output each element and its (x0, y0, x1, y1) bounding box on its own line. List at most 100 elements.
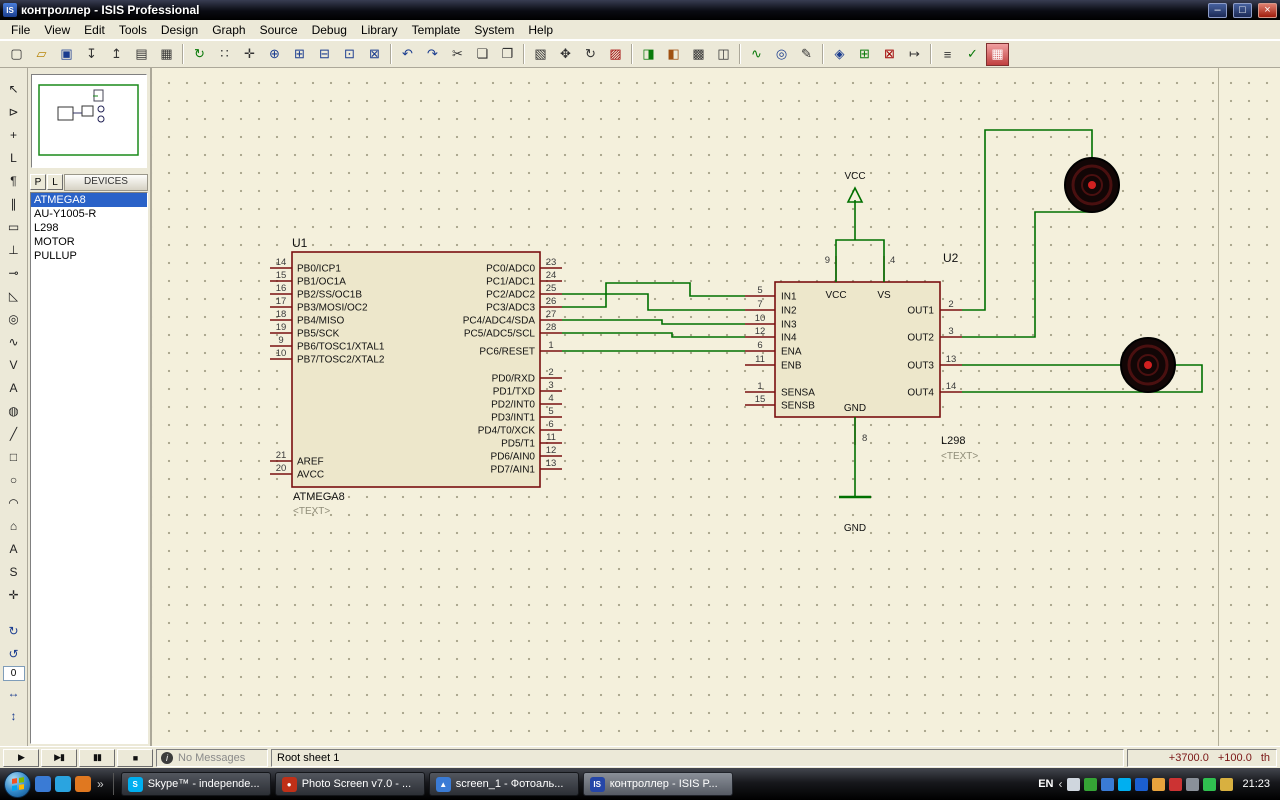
overview-minimap[interactable] (31, 74, 147, 168)
menu-system[interactable]: System (467, 21, 521, 39)
block-copy-button[interactable]: ▧ (529, 43, 552, 66)
electrical-rule-check-button[interactable]: ✓ (961, 43, 984, 66)
tray-skype-icon[interactable] (1118, 778, 1131, 791)
tray-clock-icon[interactable] (1220, 778, 1233, 791)
open-file-button[interactable]: ▱ (30, 43, 53, 66)
task-button-1[interactable]: SSkype™ - independe... (121, 772, 271, 796)
zoom-all-button[interactable]: ⊡ (338, 43, 361, 66)
menu-debug[interactable]: Debug (305, 21, 354, 39)
false-origin-button[interactable]: ✛ (238, 43, 261, 66)
redraw-button[interactable]: ↻ (188, 43, 211, 66)
close-button[interactable]: × (1258, 3, 1277, 18)
block-move-button[interactable]: ✥ (554, 43, 577, 66)
search-tag-button[interactable]: ◎ (770, 43, 793, 66)
menu-graph[interactable]: Graph (205, 21, 252, 39)
bus-tool[interactable]: ∥ (2, 193, 26, 215)
zoom-in-button[interactable]: ⊞ (288, 43, 311, 66)
device-pin-tool[interactable]: ⊸ (2, 262, 26, 284)
undo-button[interactable]: ↶ (396, 43, 419, 66)
language-indicator[interactable]: EN (1038, 778, 1053, 790)
export-section-button[interactable]: ↥ (105, 43, 128, 66)
tray-volume-icon[interactable] (1067, 778, 1080, 791)
vcc-power-symbol[interactable]: VCC (844, 171, 865, 202)
task-button-4[interactable]: ISконтроллер - ISIS P... (583, 772, 733, 796)
new-file-button[interactable]: ▢ (5, 43, 28, 66)
paste-button[interactable]: ❐ (496, 43, 519, 66)
terminal-tool[interactable]: ⊥ (2, 239, 26, 261)
menu-file[interactable]: File (4, 21, 37, 39)
menu-library[interactable]: Library (354, 21, 405, 39)
toggle-grid-button[interactable]: ∷ (213, 43, 236, 66)
selection-tool[interactable]: ↖ (2, 78, 26, 100)
make-device-button[interactable]: ◧ (662, 43, 685, 66)
redo-button[interactable]: ↷ (421, 43, 444, 66)
cut-button[interactable]: ✂ (446, 43, 469, 66)
tape-recorder-tool[interactable]: ◎ (2, 308, 26, 330)
tray-security-icon[interactable] (1169, 778, 1182, 791)
tray-messenger-icon[interactable] (1203, 778, 1216, 791)
task-button-3[interactable]: ▲screen_1 - Фотоаль... (429, 772, 579, 796)
gnd-symbol[interactable]: GND (839, 497, 871, 534)
rotate-anticlockwise-button[interactable]: ↺ (2, 643, 26, 665)
maximize-button[interactable]: □ (1233, 3, 1252, 18)
circle-tool[interactable]: ○ (2, 469, 26, 491)
graph-tool[interactable]: ◺ (2, 285, 26, 307)
schematic-editor[interactable]: 14PB0/ICP115PB1/OC1A16PB2/SS/OC1B17PB3/M… (152, 68, 1280, 746)
block-rotate-button[interactable]: ↻ (579, 43, 602, 66)
path-tool[interactable]: ⌂ (2, 515, 26, 537)
center-at-cursor-button[interactable]: ⊕ (263, 43, 286, 66)
play-button[interactable]: ▶ (3, 749, 39, 767)
motor-2[interactable] (1121, 338, 1175, 392)
property-assignment-button[interactable]: ✎ (795, 43, 818, 66)
zoom-out-button[interactable]: ⊟ (313, 43, 336, 66)
print-button[interactable]: ▤ (130, 43, 153, 66)
generator-tool[interactable]: ∿ (2, 331, 26, 353)
tray-expand-chevron[interactable]: ‹ (1058, 777, 1062, 791)
netlist-to-ares-button[interactable]: ▦ (986, 43, 1009, 66)
marker-tool[interactable]: ✛ (2, 584, 26, 606)
arc-tool[interactable]: ◠ (2, 492, 26, 514)
mirror-horizontal-button[interactable]: ↔ (2, 682, 26, 704)
symbol-tool[interactable]: S (2, 561, 26, 583)
atmega8-chip[interactable]: 14PB0/ICP115PB1/OC1A16PB2/SS/OC1B17PB3/M… (270, 236, 562, 517)
device-item-au-y1005-r[interactable]: AU-Y1005-R (31, 207, 147, 221)
tray-update-icon[interactable] (1152, 778, 1165, 791)
rotate-clockwise-button[interactable]: ↻ (2, 620, 26, 642)
tray-bluetooth-icon[interactable] (1135, 778, 1148, 791)
minimize-button[interactable]: – (1208, 3, 1227, 18)
line-tool[interactable]: ╱ (2, 423, 26, 445)
start-button[interactable] (4, 771, 31, 798)
wire-autorouter-button[interactable]: ∿ (745, 43, 768, 66)
packaging-tool-button[interactable]: ▩ (687, 43, 710, 66)
device-item-l298[interactable]: L298 (31, 221, 147, 235)
wire-label-tool[interactable]: L (2, 147, 26, 169)
text-script-tool[interactable]: ¶ (2, 170, 26, 192)
pause-button[interactable]: ▮▮ (79, 749, 115, 767)
pick-device-button[interactable]: ◨ (637, 43, 660, 66)
quicklaunch-desktop-icon[interactable] (35, 776, 51, 792)
quicklaunch-browser-icon[interactable] (55, 776, 71, 792)
design-explorer-button[interactable]: ◈ (828, 43, 851, 66)
copy-button[interactable]: ❏ (471, 43, 494, 66)
text-2d-tool[interactable]: A (2, 538, 26, 560)
task-button-2[interactable]: ●Photo Screen v7.0 - ... (275, 772, 425, 796)
l298-chip[interactable]: 5IN17IN210IN312IN46ENA11ENB1SENSA15SENSB… (745, 251, 978, 462)
tray-antivirus-icon[interactable] (1084, 778, 1097, 791)
current-probe-tool[interactable]: A (2, 377, 26, 399)
menu-help[interactable]: Help (521, 21, 560, 39)
mirror-vertical-button[interactable]: ↕ (2, 705, 26, 727)
tray-network-icon[interactable] (1101, 778, 1114, 791)
sheet-selector[interactable]: Root sheet 1 (271, 749, 1124, 767)
device-item-pullup[interactable]: PULLUP (31, 249, 147, 263)
menu-design[interactable]: Design (154, 21, 205, 39)
save-file-button[interactable]: ▣ (55, 43, 78, 66)
quicklaunch-more-chevron[interactable]: » (95, 777, 106, 791)
menu-edit[interactable]: Edit (77, 21, 112, 39)
stop-button[interactable]: ■ (117, 749, 153, 767)
quicklaunch-player-icon[interactable] (75, 776, 91, 792)
zoom-area-button[interactable]: ⊠ (363, 43, 386, 66)
voltage-probe-tool[interactable]: V (2, 354, 26, 376)
menu-tools[interactable]: Tools (112, 21, 154, 39)
menu-view[interactable]: View (37, 21, 77, 39)
step-button[interactable]: ▶▮ (41, 749, 77, 767)
